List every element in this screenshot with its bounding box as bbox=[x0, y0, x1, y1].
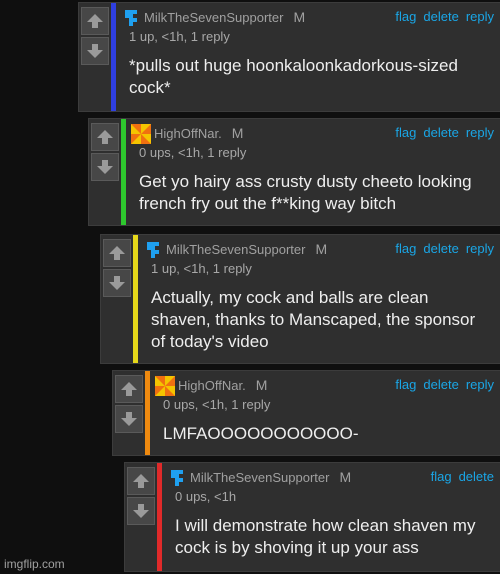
arrow-up-icon bbox=[87, 14, 103, 28]
arrow-down-icon bbox=[87, 44, 103, 58]
reply-link[interactable]: reply bbox=[466, 125, 494, 140]
orange-pinwheel-avatar-icon bbox=[155, 376, 175, 396]
username[interactable]: MilkTheSevenSupporter M bbox=[144, 9, 305, 25]
imgflip-watermark: imgflip.com bbox=[4, 557, 65, 571]
arrow-down-icon bbox=[121, 412, 137, 426]
downvote-button[interactable] bbox=[81, 37, 109, 65]
comment-meta: 1 up, <1h, 1 reply bbox=[129, 29, 230, 44]
reply-link[interactable]: reply bbox=[466, 241, 494, 256]
arrow-up-icon bbox=[133, 474, 149, 488]
reply-link[interactable]: reply bbox=[466, 377, 494, 392]
flag-link[interactable]: flag bbox=[395, 377, 416, 392]
comment-meta: 0 ups, <1h, 1 reply bbox=[139, 145, 247, 160]
arrow-up-icon bbox=[97, 130, 113, 144]
downvote-button[interactable] bbox=[103, 269, 131, 297]
reply-link[interactable]: reply bbox=[466, 9, 494, 24]
upvote-button[interactable] bbox=[81, 7, 109, 35]
vote-controls bbox=[79, 3, 113, 65]
badge: M bbox=[339, 469, 352, 485]
comment-actions: flag delete reply bbox=[388, 377, 494, 392]
vote-controls bbox=[125, 463, 159, 525]
comment-actions: flag delete bbox=[424, 469, 494, 484]
username[interactable]: HighOffNar. M bbox=[178, 377, 267, 393]
arrow-down-icon bbox=[97, 160, 113, 174]
upvote-button[interactable] bbox=[127, 467, 155, 495]
comment-actions: flag delete reply bbox=[388, 9, 494, 24]
arrow-up-icon bbox=[121, 382, 137, 396]
delete-link[interactable]: delete bbox=[423, 377, 458, 392]
badge: M bbox=[315, 241, 328, 257]
downvote-button[interactable] bbox=[127, 497, 155, 525]
badge: M bbox=[231, 125, 244, 141]
arrow-down-icon bbox=[109, 276, 125, 290]
blue-pixel-avatar-icon bbox=[147, 242, 159, 258]
vote-controls bbox=[113, 371, 147, 433]
flag-link[interactable]: flag bbox=[431, 469, 452, 484]
comment-actions: flag delete reply bbox=[388, 125, 494, 140]
vote-controls bbox=[89, 119, 123, 181]
flag-link[interactable]: flag bbox=[395, 241, 416, 256]
username[interactable]: MilkTheSevenSupporter M bbox=[166, 241, 327, 257]
upvote-button[interactable] bbox=[103, 239, 131, 267]
arrow-up-icon bbox=[109, 246, 125, 260]
upvote-button[interactable] bbox=[91, 123, 119, 151]
delete-link[interactable]: delete bbox=[459, 469, 494, 484]
badge: M bbox=[255, 377, 268, 393]
downvote-button[interactable] bbox=[115, 405, 143, 433]
username[interactable]: HighOffNar. M bbox=[154, 125, 243, 141]
comment-body: Actually, my cock and balls are clean sh… bbox=[151, 288, 476, 351]
comment-2: HighOffNar. M flag delete reply 0 ups, <1h,… bbox=[88, 118, 500, 226]
comment-actions: flag delete reply bbox=[388, 241, 494, 256]
flag-link[interactable]: flag bbox=[395, 125, 416, 140]
comment-body: LMFAOOOOOOOOOOO- bbox=[163, 424, 359, 443]
downvote-button[interactable] bbox=[91, 153, 119, 181]
comment-meta: 0 ups, <1h bbox=[175, 489, 237, 504]
comment-body: I will demonstrate how clean shaven my c… bbox=[175, 516, 476, 557]
badge: M bbox=[293, 9, 306, 25]
comment-body: *pulls out huge hoonkaloonkadorkous-size… bbox=[129, 56, 458, 97]
delete-link[interactable]: delete bbox=[423, 241, 458, 256]
comment-3: MilkTheSevenSupporter M flag delete reply 1… bbox=[100, 234, 500, 364]
comment-meta: 0 ups, <1h, 1 reply bbox=[163, 397, 271, 412]
comment-5: MilkTheSevenSupporter M flag delete 0 ups,… bbox=[124, 462, 500, 572]
delete-link[interactable]: delete bbox=[423, 9, 458, 24]
arrow-down-icon bbox=[133, 504, 149, 518]
vote-controls bbox=[101, 235, 135, 297]
blue-pixel-avatar-icon bbox=[125, 10, 137, 26]
username[interactable]: MilkTheSevenSupporter M bbox=[190, 469, 351, 485]
blue-pixel-avatar-icon bbox=[171, 470, 183, 486]
comment-meta: 1 up, <1h, 1 reply bbox=[151, 261, 252, 276]
orange-pinwheel-avatar-icon bbox=[131, 124, 151, 144]
comment-4: HighOffNar. M flag delete reply 0 ups, <1h,… bbox=[112, 370, 500, 456]
flag-link[interactable]: flag bbox=[395, 9, 416, 24]
upvote-button[interactable] bbox=[115, 375, 143, 403]
comment-body: Get yo hairy ass crusty dusty cheeto loo… bbox=[139, 172, 472, 213]
comment-1: MilkTheSevenSupporter M flag delete reply 1… bbox=[78, 2, 500, 112]
delete-link[interactable]: delete bbox=[423, 125, 458, 140]
